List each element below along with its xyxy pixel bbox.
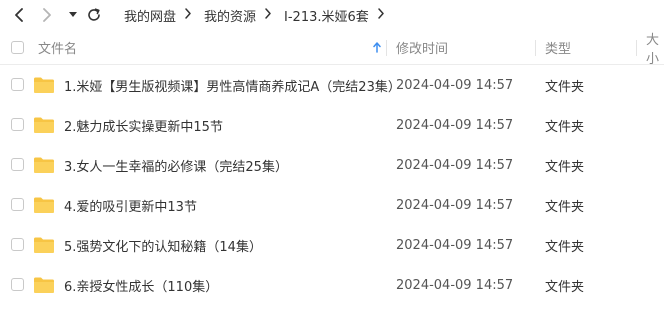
back-button[interactable] (9, 5, 29, 25)
column-divider[interactable] (636, 40, 637, 56)
refresh-icon (88, 8, 100, 21)
breadcrumb-item[interactable]: 我的网盘 (124, 6, 176, 25)
column-header-modified[interactable]: 修改时间 (396, 30, 448, 65)
file-name[interactable]: 4.爱的吸引更新中13节 (64, 185, 197, 225)
file-name[interactable]: 3.女人一生幸福的必修课（完结25集） (64, 145, 288, 185)
breadcrumb-item[interactable]: 我的资源 (204, 6, 256, 25)
file-type: 文件夹 (545, 279, 585, 295)
folder-icon (34, 237, 54, 253)
row-checkbox[interactable] (11, 198, 24, 211)
file-row[interactable]: 4.爱的吸引更新中13节 2024-04-09 14:57 文件夹 (0, 185, 664, 225)
arrow-up-icon (373, 42, 381, 53)
column-divider[interactable] (535, 40, 536, 56)
file-modified-time: 2024-04-09 14:57 (396, 157, 514, 173)
row-checkbox[interactable] (11, 278, 24, 291)
column-header-name[interactable]: 文件名 (38, 30, 77, 65)
breadcrumb: 我的网盘 我的资源 I-213.米娅6套 (124, 0, 397, 30)
row-checkbox[interactable] (11, 158, 24, 171)
file-modified-time: 2024-04-09 14:57 (396, 277, 514, 293)
file-type: 文件夹 (545, 159, 585, 175)
file-row[interactable]: 5.强势文化下的认知秘籍（14集） 2024-04-09 14:57 文件夹 (0, 225, 664, 265)
column-header-size[interactable]: 大小 (646, 30, 664, 67)
column-header-type[interactable]: 类型 (545, 30, 571, 65)
file-modified-time: 2024-04-09 14:57 (396, 237, 514, 253)
chevron-right-icon[interactable] (377, 7, 387, 23)
file-type: 文件夹 (545, 79, 585, 95)
folder-icon (34, 197, 54, 213)
file-row[interactable]: 3.女人一生幸福的必修课（完结25集） 2024-04-09 14:57 文件夹 (0, 145, 664, 185)
row-checkbox[interactable] (11, 238, 24, 251)
chevron-right-icon (43, 8, 51, 22)
file-name[interactable]: 2.魅力成长实操更新中15节 (64, 105, 223, 145)
row-checkbox[interactable] (11, 118, 24, 131)
column-divider[interactable] (386, 40, 387, 56)
folder-icon (34, 277, 54, 293)
toolbar: 我的网盘 我的资源 I-213.米娅6套 (0, 0, 664, 30)
folder-icon (34, 157, 54, 173)
file-modified-time: 2024-04-09 14:57 (396, 197, 514, 213)
caret-down-icon (69, 12, 77, 17)
history-dropdown-button[interactable] (63, 5, 83, 25)
file-name[interactable]: 1.米娅【男生版视频课】男性高情商养成记A（完结23集） (64, 65, 401, 105)
folder-icon (34, 77, 54, 93)
refresh-button[interactable] (84, 5, 104, 25)
file-type: 文件夹 (545, 199, 585, 215)
file-row[interactable]: 2.魅力成长实操更新中15节 2024-04-09 14:57 文件夹 (0, 105, 664, 145)
row-checkbox[interactable] (11, 78, 24, 91)
file-type: 文件夹 (545, 119, 585, 135)
file-type: 文件夹 (545, 239, 585, 255)
breadcrumb-item-current[interactable]: I-213.米娅6套 (284, 6, 369, 25)
chevron-right-icon (184, 7, 194, 23)
file-name[interactable]: 6.亲授女性成长（110集） (64, 265, 218, 305)
forward-button[interactable] (37, 5, 57, 25)
file-modified-time: 2024-04-09 14:57 (396, 117, 514, 133)
file-row[interactable]: 1.米娅【男生版视频课】男性高情商养成记A（完结23集） 2024-04-09 … (0, 65, 664, 105)
chevron-left-icon (15, 8, 23, 22)
select-all-checkbox[interactable] (11, 41, 24, 54)
folder-icon (34, 117, 54, 133)
chevron-right-icon (264, 7, 274, 23)
file-list-header: 文件名 修改时间 类型 大小 (0, 30, 664, 67)
file-row[interactable]: 6.亲授女性成长（110集） 2024-04-09 14:57 文件夹 (0, 265, 664, 305)
file-name[interactable]: 5.强势文化下的认知秘籍（14集） (64, 225, 262, 265)
sort-arrow-icon[interactable] (373, 30, 381, 65)
file-modified-time: 2024-04-09 14:57 (396, 77, 514, 93)
